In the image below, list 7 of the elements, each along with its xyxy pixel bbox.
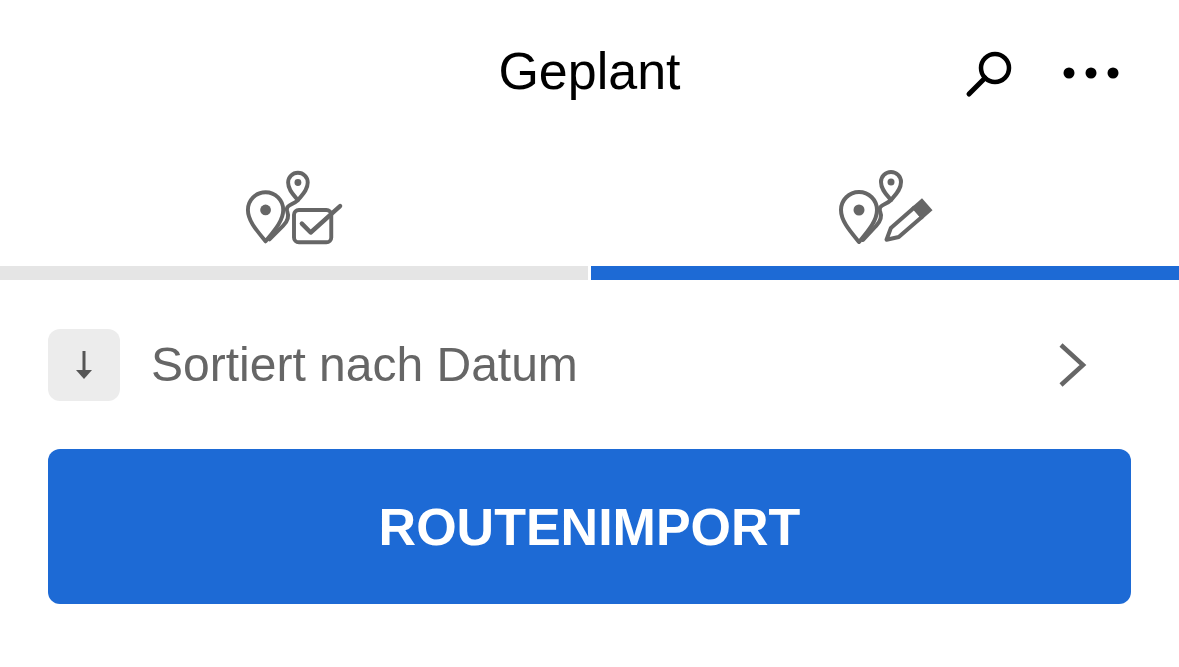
sort-label[interactable]: Sortiert nach Datum [151,336,578,394]
import-button[interactable]: ROUTENIMPORT [48,449,1131,604]
sort-direction-icon[interactable] [48,329,120,401]
search-icon[interactable] [965,49,1013,98]
chevron-right-icon[interactable] [1057,342,1087,388]
more-icon[interactable] [1063,66,1119,79]
screen-title: Geplant [498,41,681,102]
